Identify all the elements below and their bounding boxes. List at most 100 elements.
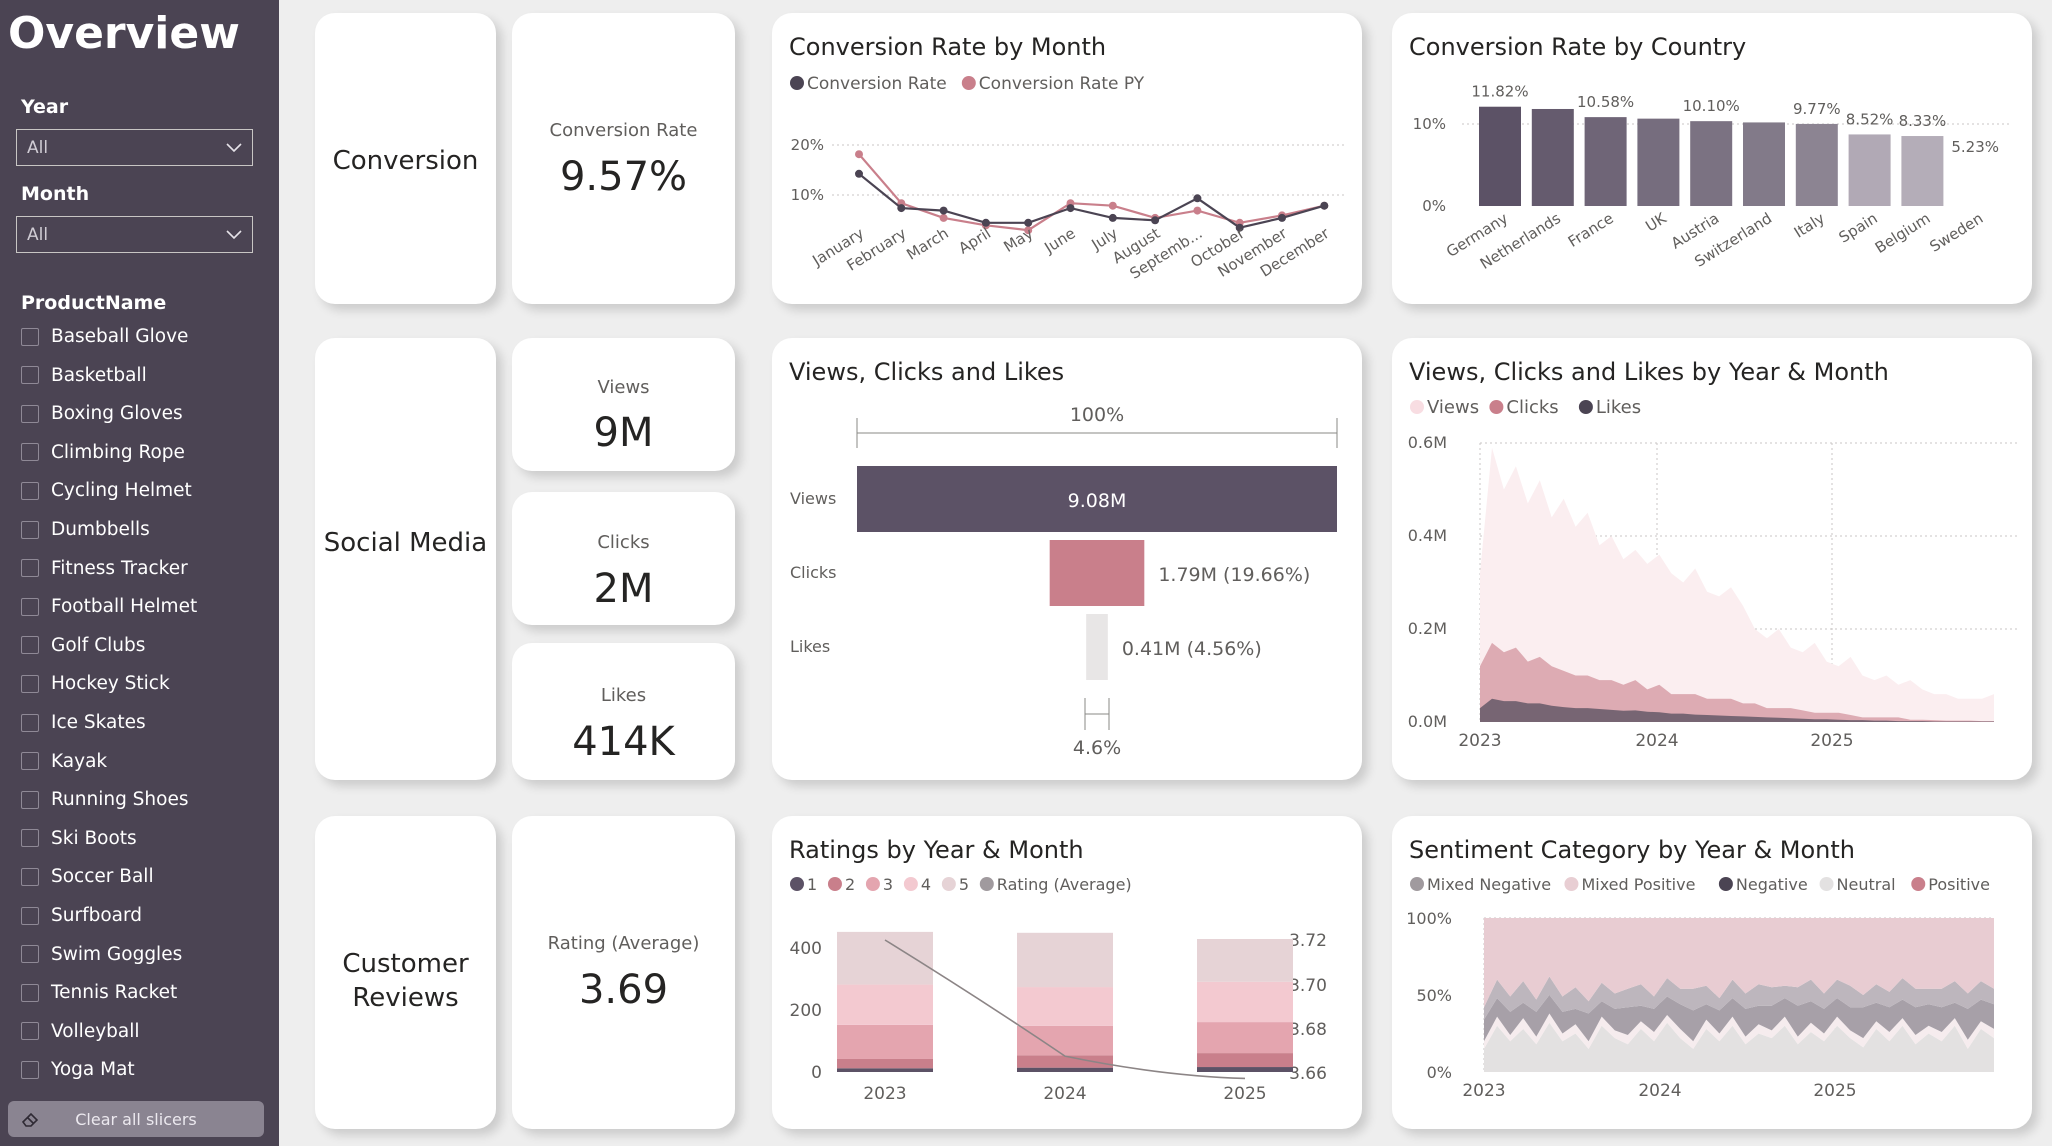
data-point — [1193, 194, 1202, 203]
product-checkbox[interactable] — [21, 790, 39, 809]
ratings-legend-marker — [979, 877, 994, 891]
product-checkbox[interactable] — [21, 674, 39, 693]
product-checkbox[interactable] — [21, 366, 39, 385]
product-item[interactable]: Basketball — [21, 365, 147, 386]
product-label: Ski Boots — [51, 827, 137, 849]
product-checkbox[interactable] — [21, 1060, 39, 1079]
product-checkbox[interactable] — [21, 945, 39, 964]
rating-segment-5 — [837, 931, 933, 985]
product-checkbox[interactable] — [21, 481, 39, 500]
chevron-down-icon — [226, 143, 242, 153]
funnel-category: Likes — [790, 637, 830, 656]
product-checkbox[interactable] — [21, 404, 39, 423]
funnel-value-label: 9.08M — [1068, 490, 1127, 512]
sentiment-card: Sentiment Category by Year & Month Mixed… — [1392, 816, 2032, 1129]
product-item[interactable]: Cycling Helmet — [21, 480, 192, 501]
kpi-likes-label: Likes — [600, 685, 647, 706]
country-bar — [1637, 118, 1680, 206]
ratings-chart: 1 2 3 4 5 Rating (Average) 400 200 0 3.72 3.70 3.68… — [790, 875, 1327, 1104]
product-checkbox[interactable] — [21, 327, 39, 346]
product-item[interactable]: Surfboard — [21, 905, 142, 926]
y-tick: 20% — [791, 136, 824, 154]
rating-segment-4 — [837, 984, 933, 1025]
x-tick: 2024 — [1043, 1084, 1086, 1104]
product-label: Climbing Rope — [51, 441, 185, 463]
product-item[interactable]: Boxing Gloves — [21, 403, 183, 424]
bar-label: 10.58% — [1577, 93, 1634, 111]
product-item[interactable]: Volleyball — [21, 1021, 140, 1042]
product-item[interactable]: Running Shoes — [21, 789, 189, 810]
product-checkbox[interactable] — [21, 443, 39, 462]
vcl-legend-label: Likes — [1596, 397, 1641, 418]
data-point — [1320, 201, 1329, 210]
product-checkbox[interactable] — [21, 713, 39, 732]
product-item[interactable]: Kayak — [21, 751, 107, 772]
vcl-area-card: Views, Clicks and Likes by Year & Month … — [1392, 338, 2032, 780]
product-item[interactable]: Football Helmet — [21, 596, 197, 617]
product-checkbox[interactable] — [21, 867, 39, 886]
data-point — [1066, 204, 1075, 213]
section-title-reviews-line2: Reviews — [352, 983, 459, 1013]
product-item[interactable]: Baseball Glove — [21, 326, 188, 347]
conv-month-legend-label: Conversion Rate PY — [979, 74, 1145, 94]
rating-segment-2 — [1197, 1053, 1293, 1068]
ratings-legend-marker — [941, 877, 956, 891]
product-checkbox[interactable] — [21, 906, 39, 925]
product-item[interactable]: Dumbbells — [21, 519, 150, 540]
product-checkbox[interactable] — [21, 829, 39, 848]
clear-slicers-button[interactable]: Clear all slicers — [8, 1101, 264, 1137]
product-item[interactable]: Tennis Racket — [21, 982, 177, 1003]
product-checkbox[interactable] — [21, 636, 39, 655]
country-bar — [1531, 108, 1574, 206]
data-point — [1193, 206, 1202, 215]
sentiment-legend-marker — [1819, 877, 1834, 891]
month-dropdown[interactable]: All — [16, 216, 253, 253]
product-label: Football Helmet — [51, 596, 198, 618]
product-label: Yoga Mat — [51, 1059, 135, 1081]
product-item[interactable]: Climbing Rope — [21, 442, 185, 463]
sentiment-legend-label: Negative — [1736, 875, 1808, 894]
rating-segment-1 — [1197, 1067, 1293, 1072]
product-label: Soccer Ball — [51, 866, 154, 888]
product-checkbox[interactable] — [21, 559, 39, 578]
vcl-legend-label: Views — [1427, 397, 1479, 418]
y-tick: 0.2M — [1408, 619, 1447, 638]
product-item[interactable]: Hockey Stick — [21, 673, 170, 694]
product-label: ProductName — [21, 292, 167, 314]
y-tick: 0% — [1422, 197, 1446, 215]
y-tick: 0.4M — [1408, 526, 1447, 545]
product-item[interactable]: Fitness Tracker — [21, 558, 188, 579]
month-label: Month — [21, 183, 90, 205]
product-checkbox[interactable] — [21, 983, 39, 1002]
eraser-icon — [21, 1112, 39, 1127]
product-item[interactable]: Golf Clubs — [21, 635, 145, 656]
x-tick: 2023 — [1458, 731, 1501, 751]
kpi-likes-value: 414K — [572, 719, 675, 765]
product-item[interactable]: Ice Skates — [21, 712, 146, 733]
rating-segment-2 — [837, 1058, 933, 1069]
product-checkbox[interactable] — [21, 520, 39, 539]
product-item[interactable]: Soccer Ball — [21, 866, 154, 887]
x-tick: 2023 — [1462, 1081, 1505, 1101]
product-label: Hockey Stick — [51, 673, 170, 695]
funnel-bar-clicks — [1049, 540, 1145, 606]
x-tick: April — [955, 224, 994, 257]
x-tick: 2025 — [1810, 731, 1853, 751]
sentiment-legend-label: Neutral — [1837, 875, 1896, 894]
product-item[interactable]: Yoga Mat — [21, 1059, 135, 1080]
kpi-conversion-value: 9.57% — [559, 154, 688, 200]
rating-segment-3 — [837, 1024, 933, 1059]
kpi-clicks-label: Clicks — [597, 532, 650, 553]
country-bar — [1795, 123, 1838, 206]
sentiment-legend-marker — [1911, 877, 1926, 891]
product-checkbox[interactable] — [21, 1022, 39, 1041]
product-checkbox[interactable] — [21, 752, 39, 771]
product-checkbox[interactable] — [21, 597, 39, 616]
country-bar — [1479, 106, 1521, 206]
year-dropdown[interactable]: All — [16, 129, 253, 166]
section-title-conversion: Conversion — [332, 146, 479, 176]
conversion-section-card: Conversion — [315, 13, 496, 304]
product-item[interactable]: Swim Goggles — [21, 944, 182, 965]
product-item[interactable]: Ski Boots — [21, 828, 137, 849]
x-tick: 2024 — [1638, 1081, 1681, 1101]
